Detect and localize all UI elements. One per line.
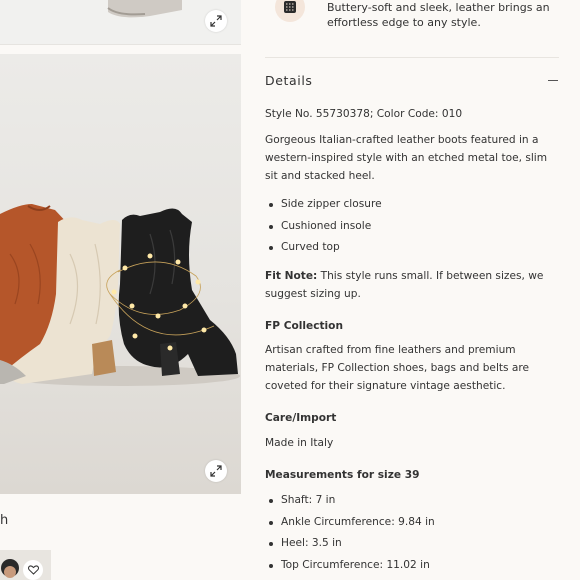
expand-image-button[interactable] [205,460,227,482]
fit-note: Fit Note: This style runs small. If betw… [265,267,560,303]
care-heading: Care/Import [265,412,337,424]
list-item: Top Circumference: 11.02 in [265,555,560,577]
details-accordion-title[interactable]: Details [265,73,313,88]
measurements-heading: Measurements for size 39 [265,469,420,481]
material-promo-text: Buttery-soft and sleek, leather brings a… [327,1,550,29]
list-item: Side zipper closure [265,194,560,216]
collection-description: Artisan crafted from fine leathers and p… [265,344,530,392]
product-image-top[interactable] [0,0,241,45]
list-item: Shaft: 7 in [265,490,560,512]
feature-list: Side zipper closure Cushioned insole Cur… [265,194,560,259]
product-image-gallery: h [0,0,241,580]
minus-icon[interactable] [548,80,558,81]
boots-photo [0,204,240,386]
fit-note-label: Fit Note: [265,270,318,282]
care-text: Made in Italy [265,437,334,449]
collection-heading: FP Collection [265,320,343,332]
measurements-list: Shaft: 7 in Ankle Circumference: 9.84 in… [265,490,560,576]
product-description: Gorgeous Italian-crafted leather boots f… [265,134,548,182]
product-image-main[interactable] [0,54,241,494]
material-icon [284,1,296,13]
list-item: Cushioned insole [265,216,560,238]
expand-icon [210,465,222,477]
section-divider [265,57,559,58]
leather-swatch-icon [275,0,305,22]
expand-icon [210,15,222,27]
partial-product-text: h [0,513,9,528]
wishlist-button[interactable] [23,560,43,580]
list-item: Curved top [265,237,560,259]
list-item: Heel: 3.5 in [265,533,560,555]
style-number: Style No. 55730378; Color Code: 010 [265,108,463,120]
list-item: Ankle Circumference: 9.84 in [265,512,560,534]
heart-icon [27,565,39,575]
expand-image-button[interactable] [205,10,227,32]
